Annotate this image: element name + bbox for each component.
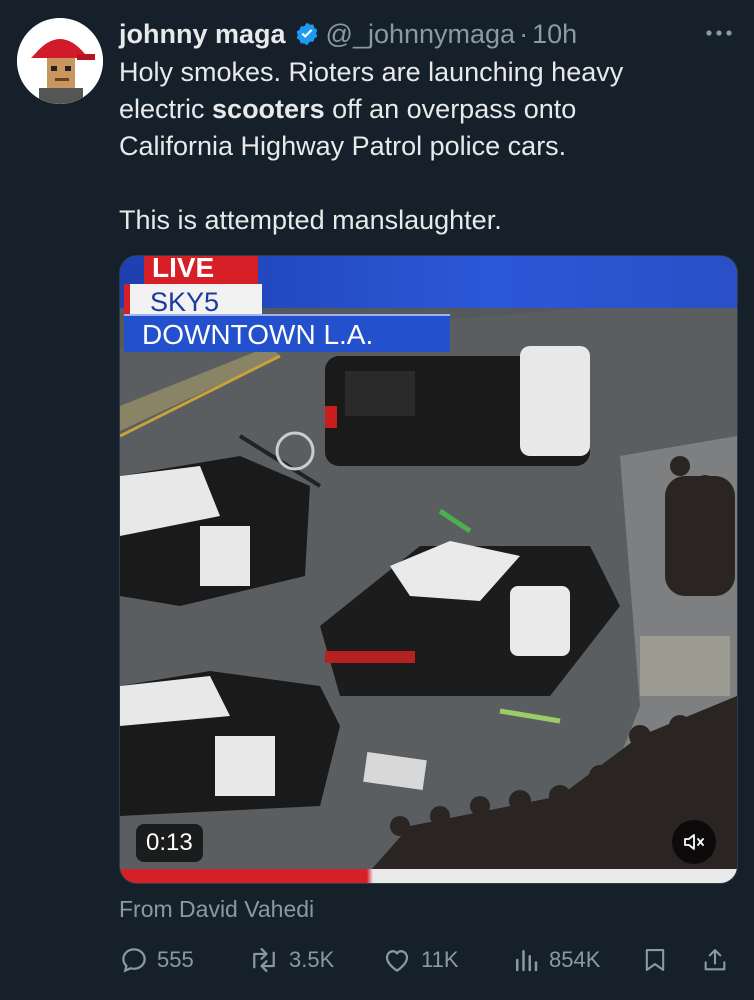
video-player[interactable]: LIVE SKY5 DOWNTOWN L.A. 0:13	[119, 255, 738, 884]
like-icon	[385, 950, 409, 972]
news-ticker-bar	[120, 869, 737, 883]
location-label: DOWNTOWN L.A.	[124, 314, 450, 352]
video-duration: 0:13	[136, 824, 203, 862]
views-icon	[516, 950, 538, 972]
header-separator: ·	[519, 18, 529, 49]
tweet-header: johnny maga @_johnnymaga · 10h	[119, 14, 734, 54]
police-car-bottom	[120, 671, 340, 816]
retweet-count: 3.5K	[289, 947, 335, 972]
tweet-line-3: California Highway Patrol police cars.	[119, 131, 567, 161]
more-options-icon[interactable]	[704, 18, 734, 48]
action-bar: 555 3.5K 11K 854K	[119, 940, 734, 980]
tweet-line-2-post: off an overpass onto	[324, 94, 577, 124]
tweet-line-1: Holy smokes. Rioters are launching heavy	[119, 57, 624, 87]
media-attribution[interactable]: From David Vahedi	[119, 896, 314, 923]
bookmark-icon	[645, 949, 665, 971]
timestamp[interactable]: 10h	[532, 19, 577, 50]
share-button[interactable]	[701, 940, 737, 980]
retweet-icon	[253, 947, 275, 973]
author-name[interactable]: johnny maga	[119, 19, 286, 50]
reply-button[interactable]: 555	[119, 940, 194, 980]
live-label: LIVE	[144, 256, 258, 284]
tweet-line-2-pre: electric	[119, 94, 213, 124]
verified-badge-icon	[296, 22, 317, 46]
avatar-image	[17, 18, 103, 104]
tweet-paragraph-2: This is attempted manslaughter.	[119, 202, 729, 239]
bookmark-button[interactable]	[641, 940, 677, 980]
retweet-button[interactable]: 3.5K	[247, 940, 334, 980]
views-button[interactable]: 854K	[511, 940, 600, 980]
tweet-highlight: scooters	[212, 94, 325, 124]
tweet-paragraph-1: Holy smokes. Rioters are launching heavy…	[119, 54, 729, 165]
view-count: 854K	[549, 947, 601, 972]
avatar[interactable]	[17, 18, 103, 104]
like-count: 11K	[421, 947, 459, 972]
author-handle[interactable]: @_johnnymaga	[326, 19, 516, 50]
tweet-line-4: This is attempted manslaughter.	[119, 205, 502, 235]
tweet-text: Holy smokes. Rioters are launching heavy…	[119, 54, 729, 239]
muted-speaker-icon[interactable]	[672, 820, 716, 864]
tweet: johnny maga @_johnnymaga · 10h Holy smok…	[0, 0, 754, 1000]
share-icon	[704, 949, 726, 971]
police-car-top	[325, 346, 590, 466]
reply-icon	[122, 948, 146, 973]
like-button[interactable]: 11K	[381, 940, 459, 980]
reply-count: 555	[157, 947, 194, 972]
